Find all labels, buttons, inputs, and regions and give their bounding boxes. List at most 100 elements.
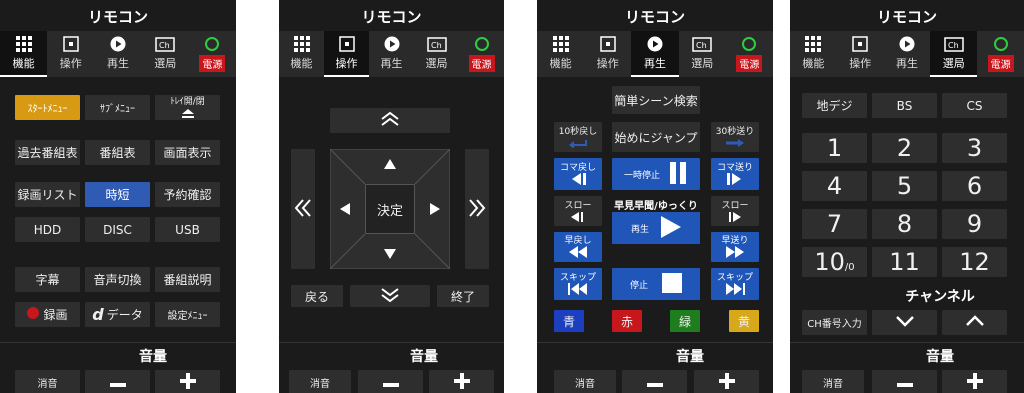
number-8-button[interactable]: 8 — [872, 209, 937, 239]
tab-channel[interactable]: Ch 選局 — [141, 31, 189, 77]
number-9-button[interactable]: 9 — [942, 209, 1007, 239]
channel-down-button[interactable] — [872, 310, 937, 335]
number-2-button[interactable]: 2 — [872, 133, 937, 163]
cs-button[interactable]: CS — [942, 93, 1007, 118]
program-info-button[interactable]: 番組説明 — [155, 267, 220, 292]
volume-down-button[interactable] — [872, 370, 937, 393]
channel-icon: Ch — [155, 35, 175, 53]
back-button[interactable]: 戻る — [291, 285, 343, 307]
red-button[interactable]: 赤 — [612, 310, 642, 332]
tab-function[interactable]: 機能 — [790, 31, 837, 77]
page-left-button[interactable] — [291, 149, 315, 269]
rewind-button[interactable]: 早戻し — [554, 232, 602, 262]
tab-power[interactable]: 電源 — [188, 31, 236, 77]
tab-function[interactable]: 機能 — [0, 31, 48, 77]
slow-back-button[interactable]: スロー — [554, 196, 602, 226]
jump-start-button[interactable]: 始めにジャンプ — [612, 122, 700, 152]
past-guide-button[interactable]: 過去番組表 — [15, 140, 80, 165]
tab-operation[interactable]: 操作 — [584, 31, 632, 77]
page-down-button[interactable] — [350, 285, 430, 307]
tab-playback[interactable]: 再生 — [631, 31, 679, 77]
mute-button[interactable]: 消音 — [15, 370, 80, 393]
jitan-button[interactable]: 時短 — [85, 182, 150, 207]
number-5-button[interactable]: 5 — [872, 171, 937, 201]
number-7-button[interactable]: 7 — [802, 209, 867, 239]
number-12-button[interactable]: 12 — [942, 247, 1007, 277]
back-10s-button[interactable]: 10秒戻し — [554, 122, 602, 152]
tab-playback[interactable]: 再生 — [369, 31, 414, 77]
green-button[interactable]: 緑 — [670, 310, 700, 332]
channel-up-button[interactable] — [942, 310, 1007, 335]
hdd-button[interactable]: HDD — [15, 217, 80, 242]
dpad-right-button[interactable] — [415, 184, 450, 234]
dpad-down-button[interactable] — [365, 234, 415, 269]
blue-button[interactable]: 青 — [554, 310, 584, 332]
tab-operation[interactable]: 操作 — [47, 31, 95, 77]
volume-down-button[interactable] — [358, 370, 423, 393]
screen-display-button[interactable]: 画面表示 — [155, 140, 220, 165]
start-menu-button[interactable]: ｽﾀｰﾄﾒﾆｭｰ — [15, 95, 80, 120]
page-up-button[interactable] — [330, 108, 450, 133]
dpad-left-button[interactable] — [330, 184, 365, 234]
number-1-button[interactable]: 1 — [802, 133, 867, 163]
skip-back-button[interactable]: スキップ — [554, 268, 602, 300]
tab-function[interactable]: 機能 — [537, 31, 585, 77]
slow-forward-button[interactable]: スロー — [711, 196, 759, 226]
enter-button[interactable]: 決定 — [365, 184, 415, 234]
volume-up-button[interactable] — [155, 370, 220, 393]
tab-channel[interactable]: Ch 選局 — [678, 31, 726, 77]
volume-up-button[interactable] — [942, 370, 1007, 393]
volume-up-button[interactable] — [429, 370, 494, 393]
tab-power[interactable]: 電源 — [725, 31, 773, 77]
volume-down-button[interactable] — [622, 370, 687, 393]
settings-menu-button[interactable]: 設定ﾒﾆｭｰ — [155, 302, 220, 327]
pause-button[interactable]: 一時停止 — [612, 158, 700, 190]
mute-button[interactable]: 消音 — [802, 370, 864, 393]
volume-down-button[interactable] — [85, 370, 150, 393]
terrestrial-button[interactable]: 地デジ — [802, 93, 867, 118]
subtitle-button[interactable]: 字幕 — [15, 267, 80, 292]
tab-playback[interactable]: 再生 — [883, 31, 931, 77]
record-button[interactable]: 録画 — [15, 302, 80, 327]
frame-forward-button[interactable]: コマ送り — [711, 158, 759, 190]
number-11-button[interactable]: 11 — [872, 247, 937, 277]
tab-operation[interactable]: 操作 — [836, 31, 884, 77]
tab-function[interactable]: 機能 — [279, 31, 324, 77]
bs-button[interactable]: BS — [872, 93, 937, 118]
yellow-button[interactable]: 黄 — [729, 310, 759, 332]
disc-button[interactable]: DISC — [85, 217, 150, 242]
tab-power[interactable]: 電源 — [459, 31, 504, 77]
tab-channel[interactable]: Ch 選局 — [414, 31, 459, 77]
mute-button[interactable]: 消音 — [289, 370, 351, 393]
tab-operation[interactable]: 操作 — [324, 31, 369, 77]
number-4-button[interactable]: 4 — [802, 171, 867, 201]
tab-power[interactable]: 電源 — [977, 31, 1024, 77]
skip-forward-button[interactable]: スキップ — [711, 268, 759, 300]
stop-button[interactable]: 停止 — [612, 268, 700, 300]
number-6-button[interactable]: 6 — [942, 171, 1007, 201]
tray-button[interactable]: ﾄﾚｲ開/閉 — [155, 95, 220, 120]
end-button[interactable]: 終了 — [437, 285, 489, 307]
sub-menu-button[interactable]: ｻﾌﾞﾒﾆｭｰ — [85, 95, 150, 120]
reservation-check-button[interactable]: 予約確認 — [155, 182, 220, 207]
volume-up-button[interactable] — [694, 370, 759, 393]
usb-button[interactable]: USB — [155, 217, 220, 242]
data-button[interactable]: d データ — [85, 302, 150, 327]
scene-search-button[interactable]: 簡単シーン検索 — [612, 86, 700, 114]
page-right-button[interactable] — [465, 149, 489, 269]
tab-playback[interactable]: 再生 — [94, 31, 142, 77]
audio-switch-button[interactable]: 音声切換 — [85, 267, 150, 292]
forward-30s-button[interactable]: 30秒送り — [711, 122, 759, 152]
number-3-button[interactable]: 3 — [942, 133, 1007, 163]
play-button[interactable]: 再生 — [612, 212, 700, 244]
number-10-button[interactable]: 10/0 — [802, 247, 867, 277]
svg-text:Ch: Ch — [159, 41, 170, 50]
frame-back-button[interactable]: コマ戻し — [554, 158, 602, 190]
dpad-up-button[interactable] — [365, 149, 415, 184]
tab-channel[interactable]: Ch 選局 — [930, 31, 978, 77]
ch-number-input-button[interactable]: CH番号入力 — [802, 310, 867, 335]
fast-forward-button[interactable]: 早送り — [711, 232, 759, 262]
recording-list-button[interactable]: 録画リスト — [15, 182, 80, 207]
mute-button[interactable]: 消音 — [554, 370, 616, 393]
guide-button[interactable]: 番組表 — [85, 140, 150, 165]
